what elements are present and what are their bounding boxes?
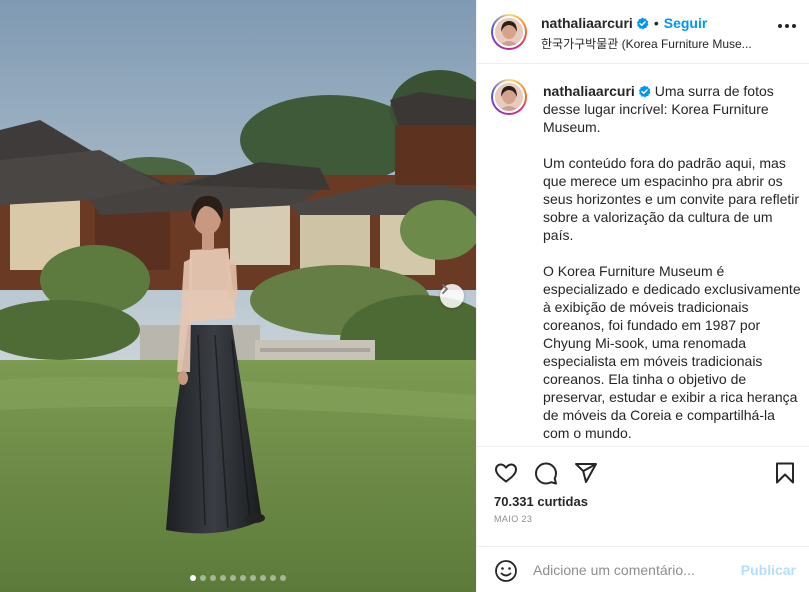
share-button[interactable] xyxy=(574,461,598,490)
caption-paragraph-3: O Korea Furniture Museum é especializado… xyxy=(543,263,801,441)
caption-avatar[interactable] xyxy=(491,79,527,115)
carousel-dot xyxy=(210,575,216,581)
comment-input[interactable] xyxy=(533,559,733,581)
bookmark-icon xyxy=(776,462,794,484)
carousel-dot xyxy=(250,575,256,581)
emoji-icon xyxy=(495,560,517,582)
like-button[interactable] xyxy=(494,461,518,490)
save-button[interactable] xyxy=(773,461,797,490)
carousel-indicator xyxy=(0,575,476,581)
chevron-right-icon xyxy=(442,284,448,294)
header-separator: • xyxy=(653,15,659,31)
caption-paragraph: nathaliaarcuri Uma surra de fotos desse … xyxy=(543,82,801,136)
caption-text: nathaliaarcuri Uma surra de fotos desse … xyxy=(543,82,801,445)
share-icon xyxy=(575,463,597,483)
caption-username[interactable]: nathaliaarcuri xyxy=(543,83,635,99)
carousel-dot xyxy=(220,575,226,581)
photo-scene xyxy=(0,0,476,592)
avatar[interactable] xyxy=(491,14,527,50)
comment-icon xyxy=(535,462,557,485)
avatar-image xyxy=(495,83,523,111)
caption-area[interactable]: nathaliaarcuri Uma surra de fotos desse … xyxy=(477,65,809,445)
caption-paragraph-2: Um conteúdo fora do padrão aqui, mas que… xyxy=(543,155,800,243)
verified-badge-icon xyxy=(636,17,649,30)
avatar-image xyxy=(495,18,523,46)
post-photo[interactable] xyxy=(0,0,476,592)
heart-icon xyxy=(495,463,517,483)
carousel-dot xyxy=(270,575,276,581)
post-location-link[interactable]: 한국가구박물관 (Korea Furniture Muse... xyxy=(541,35,761,52)
post-side-panel: nathaliaarcuri • Seguir 한국가구박물관 (Korea Fu… xyxy=(476,0,809,592)
emoji-button[interactable] xyxy=(494,559,518,588)
carousel-dot xyxy=(260,575,266,581)
carousel-next-button[interactable] xyxy=(440,284,464,308)
comment-button[interactable] xyxy=(534,461,558,490)
follow-button[interactable]: Seguir xyxy=(664,15,708,31)
carousel-dot xyxy=(240,575,246,581)
carousel-dot xyxy=(190,575,196,581)
more-options-button[interactable] xyxy=(778,24,796,28)
verified-badge-icon xyxy=(638,85,651,98)
post-date[interactable]: MAIO 23 xyxy=(494,514,532,524)
carousel-dot xyxy=(200,575,206,581)
publish-button[interactable]: Publicar xyxy=(741,562,796,578)
more-options-icon xyxy=(778,24,782,28)
header-username[interactable]: nathaliaarcuri xyxy=(541,15,633,31)
carousel-dot xyxy=(280,575,286,581)
post-header: nathaliaarcuri • Seguir 한국가구박물관 (Korea Fu… xyxy=(477,0,809,64)
likes-count[interactable]: 70.331 curtidas xyxy=(494,494,588,509)
carousel-dot xyxy=(230,575,236,581)
action-bar xyxy=(477,446,809,498)
comment-bar: Publicar xyxy=(477,546,809,592)
